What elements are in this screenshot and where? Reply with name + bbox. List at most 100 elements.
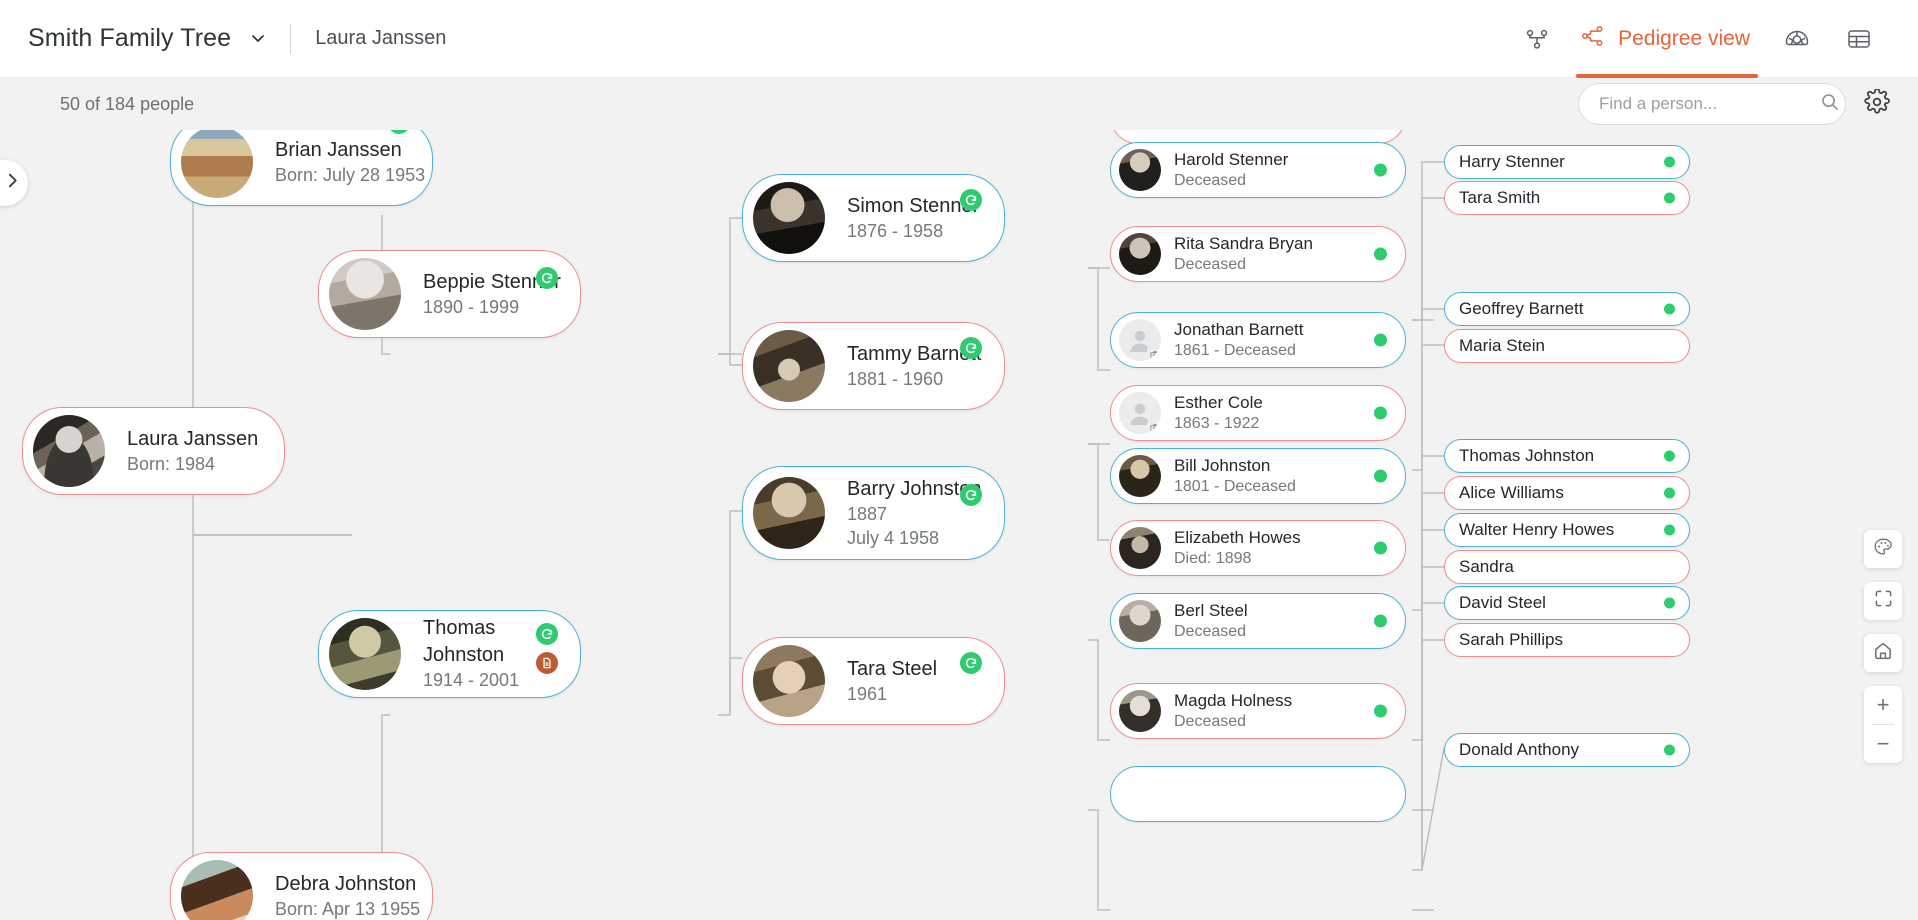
- person-name: Elizabeth Howes: [1174, 527, 1301, 547]
- person-card-barry-johnston[interactable]: Barry Johnston 1887 July 4 1958: [742, 466, 1005, 560]
- person-name: Debra Johnston: [275, 872, 417, 895]
- person-card-tara-steel[interactable]: Tara Steel 1961: [742, 637, 1005, 725]
- person-card-elizabeth-howes[interactable]: Elizabeth Howes Died: 1898: [1110, 520, 1406, 576]
- person-name: Geoffrey Barnett: [1459, 299, 1584, 318]
- fan-chart-view-button[interactable]: [1766, 0, 1828, 78]
- sync-badge-icon[interactable]: [960, 484, 982, 506]
- person-card-magda-holness[interactable]: Magda Holness Deceased: [1110, 683, 1406, 739]
- document-badge-icon[interactable]: [536, 652, 558, 674]
- person-name: Maria Stein: [1459, 336, 1545, 355]
- person-card-walter-howes[interactable]: Walter Henry Howes: [1444, 513, 1690, 547]
- person-name: Sarah Phillips: [1459, 630, 1563, 649]
- sync-badge-icon[interactable]: [960, 189, 982, 211]
- person-card-geoffrey-barnett[interactable]: Geoffrey Barnett: [1444, 292, 1690, 326]
- settings-button[interactable]: [1864, 87, 1890, 120]
- avatar: [33, 415, 105, 487]
- person-card-esther-cole[interactable]: Esther Cole 1863 - 1922: [1110, 385, 1406, 441]
- person-dates: Born: Apr 13 1955: [275, 898, 421, 919]
- person-card-david-steel[interactable]: David Steel: [1444, 586, 1690, 620]
- sync-badge-icon[interactable]: [536, 267, 558, 289]
- camera-icon[interactable]: [1147, 347, 1161, 361]
- avatar: [1119, 527, 1161, 569]
- gear-icon: [1864, 87, 1890, 120]
- fit-to-screen-icon: [1874, 589, 1893, 613]
- table-view-button[interactable]: [1828, 0, 1890, 78]
- zoom-controls: + −: [1864, 686, 1902, 763]
- person-card-bill-johnston[interactable]: Bill Johnston 1801 - Deceased: [1110, 448, 1406, 504]
- avatar: [1119, 319, 1161, 361]
- person-card-rita-bryan[interactable]: Rita Sandra Bryan Deceased: [1110, 226, 1406, 282]
- person-card-thomas-johnston-gp[interactable]: Thomas Johnston: [1444, 439, 1690, 473]
- person-card-beppie[interactable]: Beppie Stenner 1890 - 1999: [318, 250, 581, 338]
- person-name: Tara Smith: [1459, 188, 1541, 207]
- person-card-maria-stein[interactable]: Maria Stein: [1444, 329, 1690, 363]
- search-box[interactable]: [1578, 83, 1846, 125]
- person-name: Magda Holness: [1174, 690, 1293, 710]
- person-name: Bill Johnston: [1174, 455, 1271, 475]
- person-card-harold-stenner[interactable]: Harold Stenner Deceased: [1110, 142, 1406, 198]
- person-dates: 1914 - 2001: [423, 670, 520, 691]
- person-dates: Deceased: [1174, 171, 1247, 189]
- person-card-alice-williams[interactable]: Alice Williams: [1444, 476, 1690, 510]
- avatar: [329, 258, 401, 330]
- status-dot: [1374, 247, 1387, 261]
- person-card-tara-smith[interactable]: Tara Smith: [1444, 181, 1690, 215]
- person-dates: Deceased: [1174, 255, 1247, 273]
- person-name: Laura Janssen: [127, 427, 259, 450]
- person-name: Alice Williams: [1459, 483, 1564, 502]
- pedigree-canvas[interactable]: Laura Janssen Born: 1984 Brian Janssen B…: [0, 130, 1918, 920]
- sync-badge-icon[interactable]: [960, 652, 982, 674]
- search-input[interactable]: [1599, 94, 1820, 114]
- avatar: [1119, 392, 1161, 434]
- fit-to-screen-button[interactable]: [1864, 582, 1902, 620]
- person-card-brian[interactable]: Brian Janssen Born: July 28 1953: [170, 130, 433, 206]
- status-dot: [1374, 541, 1387, 555]
- person-name: Donald Anthony: [1459, 740, 1580, 759]
- person-dates: Deceased: [1174, 712, 1247, 730]
- person-card-laura[interactable]: Laura Janssen Born: 1984: [22, 407, 285, 495]
- person-dates: 1801 - Deceased: [1174, 477, 1296, 495]
- status-dot: [1664, 524, 1675, 536]
- tree-selector[interactable]: Smith Family Tree: [28, 24, 266, 53]
- family-tree-view-button[interactable]: [1506, 0, 1568, 78]
- person-name: Tara Steel: [847, 657, 938, 680]
- person-card-jonathan-barnett[interactable]: Jonathan Barnett 1861 - Deceased: [1110, 312, 1406, 368]
- status-dot: [1374, 614, 1387, 628]
- person-card-debra[interactable]: Debra Johnston Born: Apr 13 1955: [170, 852, 433, 920]
- canvas-controls: + −: [1864, 530, 1902, 763]
- search-icon[interactable]: [1820, 92, 1840, 117]
- camera-icon[interactable]: [1147, 420, 1161, 434]
- avatar: [1119, 149, 1161, 191]
- zoom-in-button[interactable]: +: [1864, 686, 1902, 724]
- sync-badge-icon[interactable]: [960, 337, 982, 359]
- status-dot: [1664, 450, 1675, 462]
- person-card-donald-anthony[interactable]: Donald Anthony: [1444, 733, 1690, 767]
- sync-badge-icon[interactable]: [388, 130, 410, 134]
- person-dates: 1890 - 1999: [423, 296, 520, 317]
- person-name: Esther Cole: [1174, 392, 1263, 412]
- chevron-down-icon[interactable]: [250, 24, 266, 53]
- home-button[interactable]: [1864, 634, 1902, 672]
- person-card-berl-steel[interactable]: Berl Steel Deceased: [1110, 593, 1406, 649]
- person-dates: Deceased: [1174, 622, 1247, 640]
- person-card-partial-bottom[interactable]: [1110, 766, 1406, 822]
- avatar: [1119, 600, 1161, 642]
- sync-badge-icon[interactable]: [536, 623, 558, 645]
- person-card-thomas-johnston[interactable]: Thomas Johnston 1914 - 2001: [318, 610, 581, 698]
- person-dates: Born: July 28 1953: [275, 164, 426, 185]
- status-dot: [1374, 704, 1387, 718]
- person-card-sarah-phillips[interactable]: Sarah Phillips: [1444, 623, 1690, 657]
- status-dot: [1664, 487, 1675, 499]
- sub-bar: 50 of 184 people: [0, 78, 1918, 206]
- palette-button[interactable]: [1864, 530, 1902, 568]
- zoom-out-button[interactable]: −: [1864, 725, 1902, 763]
- avatar: [753, 182, 825, 254]
- person-dates: 1961: [847, 683, 888, 704]
- tab-pedigree-view[interactable]: Pedigree view: [1568, 0, 1766, 78]
- person-card-simon-stenner[interactable]: Simon Stenner 1876 - 1958: [742, 174, 1005, 262]
- person-card-sandra[interactable]: Sandra: [1444, 550, 1690, 584]
- person-card-harry-stenner[interactable]: Harry Stenner: [1444, 145, 1690, 179]
- avatar: [753, 645, 825, 717]
- person-card-tammy-barnett[interactable]: Tammy Barnett 1881 - 1960: [742, 322, 1005, 410]
- person-dates: Died: 1898: [1174, 549, 1252, 567]
